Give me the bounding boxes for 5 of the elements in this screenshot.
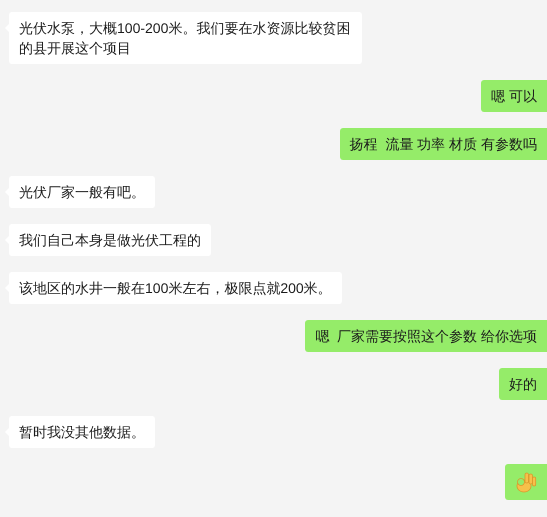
message-bubble: 扬程 流量 功率 材质 有参数吗 xyxy=(340,128,547,160)
message-bubble: 嗯 可以 xyxy=(481,80,547,112)
message-bubble: 好的 xyxy=(499,368,547,400)
ok-hand-icon xyxy=(515,471,537,493)
message-bubble: 嗯 厂家需要按照这个参数 给你选项 xyxy=(305,320,547,352)
